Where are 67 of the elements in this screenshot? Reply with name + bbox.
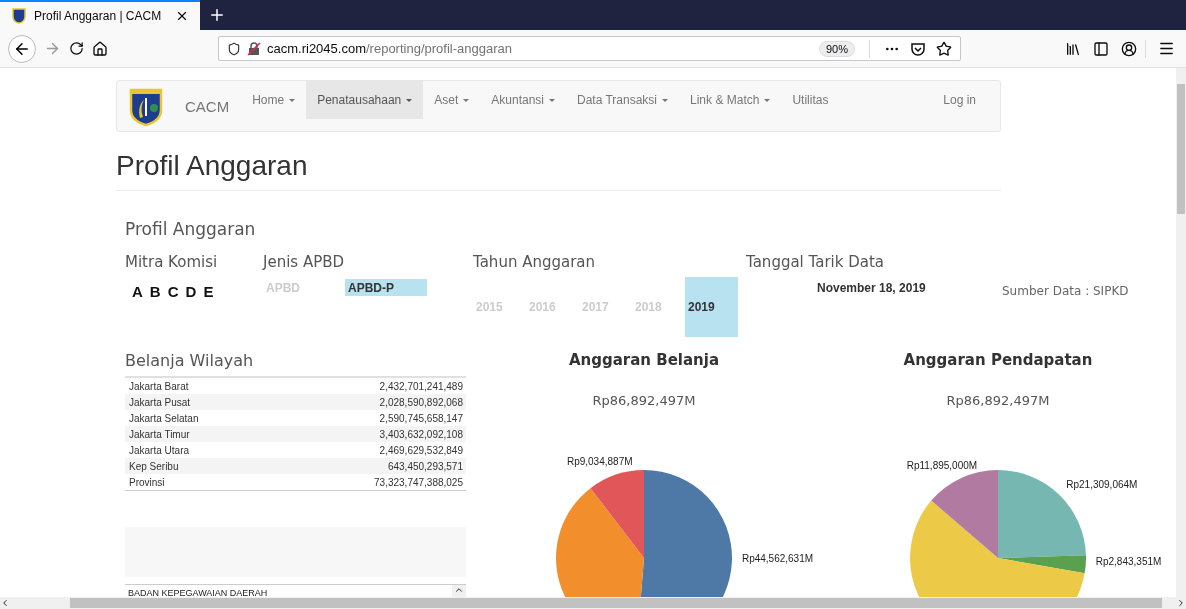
data-source-text: Sumber Data : SIPKD: [1002, 284, 1130, 298]
nav-menu-item[interactable]: Akuntansi: [480, 81, 566, 119]
slice-label: Rp11,895,000M: [906, 459, 978, 471]
horizontal-scrollbar[interactable]: [0, 597, 1186, 609]
address-bar[interactable]: cacm.ri2045.com/reporting/profil-anggaran 90%: [218, 36, 961, 61]
chart-total: Rp86,892,497M: [946, 393, 1050, 408]
table-cell: Jakarta Pusat: [129, 396, 191, 408]
slice-label: Rp21,309,064M: [1066, 478, 1138, 490]
nav-menu-item[interactable]: Home: [241, 81, 307, 119]
shield-icon[interactable]: [227, 41, 241, 56]
year-option[interactable]: 2019: [685, 277, 738, 337]
scroll-left-icon[interactable]: [0, 598, 10, 608]
slice-label: Rp44,562,631M: [741, 552, 814, 564]
dashboard-title: Profil Anggaran: [125, 219, 257, 239]
nav-menu-item[interactable]: Aset: [423, 81, 481, 119]
crest-logo-icon: [129, 86, 163, 126]
table-cell: 2,469,629,532,849: [379, 444, 463, 456]
vertical-scrollbar[interactable]: [1176, 68, 1186, 597]
table-cell: 2,028,590,892,068: [379, 396, 463, 408]
table-cell: Jakarta Utara: [129, 444, 190, 456]
login-link[interactable]: Log in: [943, 81, 988, 119]
filter-label: Mitra Komisi: [125, 253, 219, 271]
table-cell: Jakarta Timur: [129, 428, 190, 440]
filter-label: Jenis APBD: [263, 253, 346, 271]
filter-option[interactable]: APBD-P: [345, 279, 427, 296]
table-cell: Provinsi: [129, 476, 165, 488]
zoom-level-button[interactable]: 90%: [818, 40, 855, 57]
browser-tab[interactable]: Profil Anggaran | CACM: [0, 0, 200, 30]
back-button[interactable]: [8, 34, 36, 63]
table-cell: 2,590,745,658,147: [379, 412, 463, 424]
scroll-right-icon[interactable]: [1176, 598, 1186, 608]
chart-title: Anggaran Pendapatan: [903, 351, 1093, 369]
tab-title: Profil Anggaran | CACM: [34, 9, 163, 23]
list-item[interactable]: BADAN KEPEGAWAIAN DAERAH: [125, 585, 452, 597]
filter-option[interactable]: E: [203, 283, 214, 300]
home-icon[interactable]: [92, 40, 108, 57]
slice-label: Rp2,843,351M: [1095, 556, 1162, 568]
table-cell: 2,432,701,241,489: [379, 380, 463, 392]
filter-option[interactable]: C: [167, 283, 179, 300]
date-value: November 18, 2019: [817, 281, 927, 295]
url-text: cacm.ri2045.com/reporting/profil-anggaran: [267, 41, 513, 56]
filter-option[interactable]: B: [149, 283, 161, 300]
nav-menu-item[interactable]: Penatausahaan: [306, 81, 424, 119]
plus-icon[interactable]: [208, 6, 226, 24]
insecure-lock-icon[interactable]: [247, 41, 261, 56]
chart-title: Anggaran Belanja: [568, 351, 720, 369]
filter-label: Tanggal Tarik Data: [746, 253, 886, 271]
table-cell: Jakarta Selatan: [129, 412, 199, 424]
brand-link[interactable]: CACM: [185, 81, 230, 131]
nav-menu-item[interactable]: Data Transaksi: [566, 81, 680, 119]
chart-total: Rp86,892,497M: [592, 393, 696, 408]
table-cell: 643,450,293,571: [387, 460, 463, 472]
page-title: Profil Anggaran: [116, 150, 1001, 191]
table-cell: Kep Seribu: [129, 460, 179, 472]
table-cell: 73,323,747,388,025: [374, 476, 463, 488]
nav-menu-item[interactable]: Utilitas: [781, 81, 840, 119]
table-cell: 3,403,632,092,108: [379, 428, 463, 440]
reload-icon[interactable]: [68, 41, 84, 56]
section-title: Belanja Wilayah: [125, 351, 255, 370]
nav-menu-item[interactable]: Link & Match: [679, 81, 782, 119]
filter-option[interactable]: D: [185, 283, 197, 300]
filter-label: Tahun Anggaran: [473, 253, 597, 271]
pocket-icon[interactable]: [910, 40, 926, 57]
slice-label: Rp9,034,887M: [566, 456, 633, 468]
filter-option[interactable]: A: [132, 283, 143, 300]
crest-favicon-icon: [12, 8, 26, 24]
table-cell: Jakarta Barat: [129, 380, 189, 392]
